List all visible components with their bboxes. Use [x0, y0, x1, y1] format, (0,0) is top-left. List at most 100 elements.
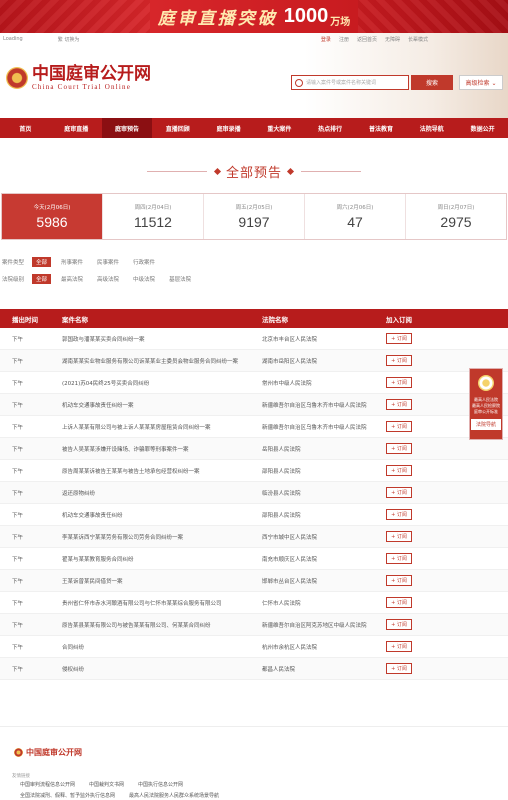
subscribe-button[interactable]: + 订阅: [386, 355, 412, 366]
top-banner[interactable]: 庭审直播突破 1000 万场: [0, 0, 508, 33]
row-case-name[interactable]: 王某诉曾某民间借贷一案: [62, 577, 262, 585]
row-case-name[interactable]: 郭国政与潘某某买卖合同纠纷一案: [62, 335, 262, 343]
float-widget-button[interactable]: 法院导航: [471, 419, 501, 430]
table-row[interactable]: 下午 郭国政与潘某某买卖合同纠纷一案 北京市丰台区人民法院 + 订阅: [0, 328, 508, 350]
table-row[interactable]: 下午 上诉人某某有限公司与被上诉人某某某房屋租赁合同纠纷一案 新疆维吾尔自治区乌鲁木…: [0, 416, 508, 438]
nav-court-directory[interactable]: 法院导航: [406, 118, 457, 138]
subscribe-button[interactable]: + 订阅: [386, 553, 412, 564]
language-switch[interactable]: 繁 切换为: [58, 36, 80, 43]
site-logo[interactable]: 中国庭审公开网 China Court Trial Online: [6, 65, 151, 91]
subscribe-button[interactable]: + 订阅: [386, 531, 412, 542]
footer-link[interactable]: 最高人民法院服务人民群众系统场景导航: [129, 792, 219, 799]
subscribe-button[interactable]: + 订阅: [386, 487, 412, 498]
filter-option-criminal[interactable]: 刑事案件: [61, 258, 83, 266]
row-subscribe-cell: + 订阅: [386, 531, 446, 542]
table-row[interactable]: 下午 机动车交通事故责任纠纷 邵阳县人民法院 + 订阅: [0, 504, 508, 526]
row-court-name: 都昌人民法院: [262, 666, 296, 673]
row-subscribe-cell: + 订阅: [386, 377, 446, 388]
row-time: 下午: [12, 600, 24, 607]
filter-option-civil[interactable]: 民事案件: [97, 258, 119, 266]
stat-day-2[interactable]: 周五(2月05日) 9197: [204, 194, 305, 239]
home-link[interactable]: 返回首页: [357, 36, 377, 43]
float-widget[interactable]: 最高人民法院 最高人民检察院 庭审公开标准 法院导航: [469, 368, 503, 440]
row-case-name[interactable]: 合同纠纷: [62, 643, 262, 651]
footer-link[interactable]: 全国法院减刑、假释、暂予监外执行信息网: [20, 792, 115, 799]
subscribe-button[interactable]: + 订阅: [386, 619, 412, 630]
row-case-name[interactable]: 侵权纠纷: [62, 665, 262, 673]
table-row[interactable]: 下午 翟某与某某教育服务合同纠纷 南充市顺庆区人民法院 + 订阅: [0, 548, 508, 570]
row-case-name[interactable]: 原告某县某某有限公司与被告某某有限公司、何某某合同纠纷: [62, 621, 262, 629]
subscribe-button[interactable]: + 订阅: [386, 641, 412, 652]
subscribe-button[interactable]: + 订阅: [386, 333, 412, 344]
elder-mode-link[interactable]: 长辈模式: [408, 36, 428, 43]
table-row[interactable]: 下午 合同纠纷 杭州市余杭区人民法院 + 订阅: [0, 636, 508, 658]
row-case-name[interactable]: 贵州省仁怀市赤水河酿酒有限公司与仁怀市某某综合服务有限公司: [62, 599, 262, 607]
table-row[interactable]: 下午 李某某诉西宁某某劳务有限公司劳务合同纠纷一案 西宁市城中区人民法院 + 订阅: [0, 526, 508, 548]
stat-day-1[interactable]: 周四(2月04日) 11512: [103, 194, 204, 239]
register-link[interactable]: 注册: [339, 36, 349, 43]
table-row[interactable]: 下午 (2021)苏04民终25号买卖合同纠纷 常州市中级人民法院 + 订阅: [0, 372, 508, 394]
row-subscribe-cell: + 订阅: [386, 421, 446, 432]
row-court-name: 岳阳县人民法院: [262, 446, 301, 453]
nav-recorded[interactable]: 庭审录播: [203, 118, 254, 138]
table-row[interactable]: 下午 机动车交通事故责任纠纷一案 新疆维吾尔自治区乌鲁木齐市中级人民法院 + 订阅: [0, 394, 508, 416]
row-case-name[interactable]: 李某某诉西宁某某劳务有限公司劳务合同纠纷一案: [62, 533, 262, 541]
stat-day-4[interactable]: 周日(2月07日) 2975: [406, 194, 506, 239]
filter-option-administrative[interactable]: 行政案件: [133, 258, 155, 266]
row-case-name[interactable]: 上诉人某某有限公司与被上诉人某某某房屋租赁合同纠纷一案: [62, 423, 262, 431]
preview-table: 播出时间 案件名称 法院名称 加入订阅 下午 郭国政与潘某某买卖合同纠纷一案 北京市…: [0, 309, 508, 680]
row-case-name[interactable]: 机动车交通事故责任纠纷: [62, 511, 262, 519]
table-body: 下午 郭国政与潘某某买卖合同纠纷一案 北京市丰台区人民法院 + 订阅 下午 湖南某某实业物…: [0, 328, 508, 680]
search-button[interactable]: 搜索: [411, 75, 453, 90]
row-case-name[interactable]: 返还原物纠纷: [62, 489, 262, 497]
row-case-name[interactable]: 湖南某某实业物业服务有限公司诉某某业主委员会物业服务合同纠纷一案: [62, 357, 262, 365]
subscribe-button[interactable]: + 订阅: [386, 465, 412, 476]
table-row[interactable]: 下午 王某诉曾某民间借贷一案 邯郸市丛台区人民法院 + 订阅: [0, 570, 508, 592]
row-case-name[interactable]: 翟某与某某教育服务合同纠纷: [62, 555, 262, 563]
advanced-search-button[interactable]: 高级检索 ⌄: [459, 75, 503, 90]
footer-logo[interactable]: 中国庭审公开网: [14, 747, 82, 758]
subscribe-button[interactable]: + 订阅: [386, 443, 412, 454]
subscribe-button[interactable]: + 订阅: [386, 575, 412, 586]
filter-option-all[interactable]: 全部: [32, 274, 52, 284]
table-row[interactable]: 下午 返还原物纠纷 临汾县人民法院 + 订阅: [0, 482, 508, 504]
table-row[interactable]: 下午 湖南某某实业物业服务有限公司诉某某业主委员会物业服务合同纠纷一案 湖南市岳阳区…: [0, 350, 508, 372]
accessibility-link[interactable]: 无障碍: [385, 36, 400, 43]
row-case-name[interactable]: (2021)苏04民终25号买卖合同纠纷: [62, 379, 262, 387]
subscribe-button[interactable]: + 订阅: [386, 597, 412, 608]
nav-rankings[interactable]: 热点排行: [305, 118, 356, 138]
row-case-name[interactable]: 被告人吴某某涉嫌开设赌场、诈骗罪等刑事案件一案: [62, 445, 262, 453]
nav-open-data[interactable]: 数据公开: [457, 118, 508, 138]
filter-option-intermediate[interactable]: 中级法院: [133, 275, 155, 283]
row-case-name[interactable]: 机动车交通事故责任纠纷一案: [62, 401, 262, 409]
table-row[interactable]: 下午 原告周某某诉被告王某某与被告土地承包经营权纠纷一案 邵阳县人民法院 + 订阅: [0, 460, 508, 482]
nav-live[interactable]: 庭审直播: [51, 118, 102, 138]
subscribe-button[interactable]: + 订阅: [386, 377, 412, 388]
footer-link[interactable]: 中国裁判文书网: [89, 781, 124, 788]
nav-legal-education[interactable]: 普法教育: [356, 118, 407, 138]
table-row[interactable]: 下午 侵权纠纷 都昌人民法院 + 订阅: [0, 658, 508, 680]
footer-link[interactable]: 中国审判流程信息公开网: [20, 781, 75, 788]
stat-day-3[interactable]: 周六(2月06日) 47: [305, 194, 406, 239]
row-subscribe-cell: + 订阅: [386, 553, 446, 564]
nav-preview[interactable]: 庭审预告: [101, 118, 153, 138]
subscribe-button[interactable]: + 订阅: [386, 421, 412, 432]
table-row[interactable]: 下午 原告某县某某有限公司与被告某某有限公司、何某某合同纠纷 新疆维吾尔自治区阿克苏…: [0, 614, 508, 636]
table-row[interactable]: 下午 被告人吴某某涉嫌开设赌场、诈骗罪等刑事案件一案 岳阳县人民法院 + 订阅: [0, 438, 508, 460]
nav-home[interactable]: 首页: [0, 118, 51, 138]
row-case-name[interactable]: 原告周某某诉被告王某某与被告土地承包经营权纠纷一案: [62, 467, 262, 475]
login-link[interactable]: 登录: [321, 36, 331, 43]
search-input[interactable]: 请输入案件号或案件名称关键词: [291, 75, 409, 90]
subscribe-button[interactable]: + 订阅: [386, 399, 412, 410]
stat-today[interactable]: 今天(2月06日) 5986: [2, 194, 103, 239]
subscribe-button[interactable]: + 订阅: [386, 509, 412, 520]
filter-option-supreme[interactable]: 最高法院: [61, 275, 83, 283]
filter-option-all[interactable]: 全部: [32, 257, 52, 267]
footer-link[interactable]: 中国执行信息公开网: [138, 781, 183, 788]
subscribe-button[interactable]: + 订阅: [386, 663, 412, 674]
nav-replay[interactable]: 直播回顾: [152, 118, 203, 138]
filter-option-high[interactable]: 高级法院: [97, 275, 119, 283]
nav-major-cases[interactable]: 重大案件: [254, 118, 305, 138]
table-row[interactable]: 下午 贵州省仁怀市赤水河酿酒有限公司与仁怀市某某综合服务有限公司 仁怀市人民法院 + …: [0, 592, 508, 614]
filter-option-basic[interactable]: 基层法院: [169, 275, 191, 283]
